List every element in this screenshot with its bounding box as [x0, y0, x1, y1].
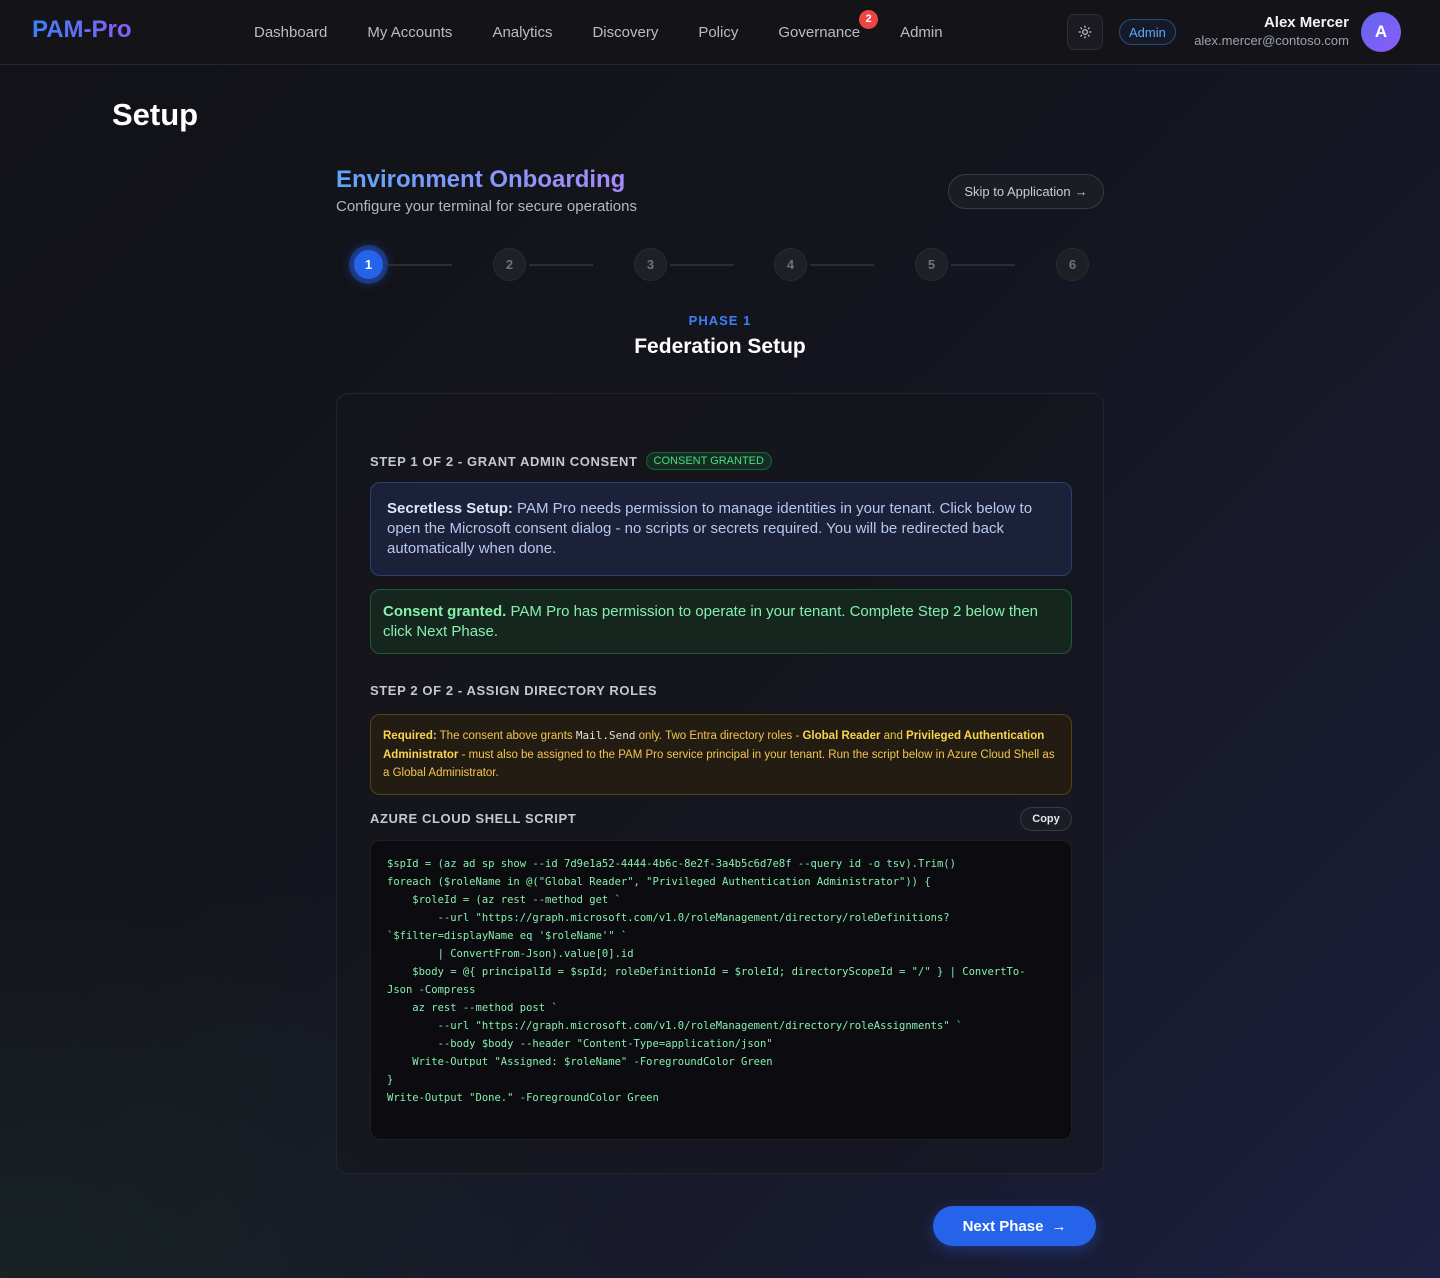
- step-5[interactable]: 5: [915, 248, 948, 281]
- step1-heading: STEP 1 OF 2 - GRANT ADMIN CONSENT CONSEN…: [370, 452, 772, 470]
- code-line: Json -Compress: [387, 984, 476, 996]
- permission-code: Mail.Send: [575, 729, 636, 742]
- step1-heading-text: STEP 1 OF 2 - GRANT ADMIN CONSENT: [370, 453, 638, 469]
- avatar[interactable]: A: [1361, 12, 1401, 52]
- code-line: }: [387, 1074, 394, 1086]
- warn-bold: Required:: [383, 730, 437, 742]
- code-line: Write-Output "Assigned: $roleName" -Fore…: [387, 1056, 773, 1068]
- code-line: Write-Output "Done." -ForegroundColor Gr…: [387, 1092, 659, 1104]
- ok-bold: Consent granted.: [383, 603, 507, 620]
- code-line: --url "https://graph.microsoft.com/v1.0/…: [387, 1020, 963, 1032]
- code-line: $spId = (az ad sp show --id 7d9e1a52-444…: [387, 858, 956, 870]
- phase-label: PHASE 1: [688, 313, 752, 328]
- onboarding-subtitle: Configure your terminal for secure opera…: [336, 198, 637, 215]
- nav-dashboard[interactable]: Dashboard: [234, 24, 347, 41]
- required-roles-warning: Required: The consent above grants Mail.…: [370, 714, 1072, 795]
- step-connector: [810, 264, 874, 266]
- next-phase-button[interactable]: Next Phase →: [933, 1206, 1096, 1246]
- code-line: $body = @{ principalId = $spId; roleDefi…: [387, 966, 1026, 978]
- nav-discovery[interactable]: Discovery: [572, 24, 678, 41]
- arrow-right-icon: →: [1074, 184, 1088, 199]
- step-6[interactable]: 6: [1056, 248, 1089, 281]
- skip-to-application-button[interactable]: Skip to Application →: [948, 174, 1104, 209]
- role-global-reader: Global Reader: [802, 730, 881, 742]
- step2-heading: STEP 2 OF 2 - ASSIGN DIRECTORY ROLES: [370, 683, 657, 698]
- step-1[interactable]: 1: [352, 248, 385, 281]
- copy-script-button[interactable]: Copy: [1020, 807, 1072, 831]
- nav-admin[interactable]: Admin: [880, 24, 963, 41]
- secretless-setup-info: Secretless Setup: PAM Pro needs permissi…: [370, 482, 1072, 576]
- arrow-right-icon: →: [1051, 1217, 1067, 1235]
- code-line: az rest --method post `: [387, 1002, 558, 1014]
- skip-label: Skip to Application: [964, 184, 1071, 199]
- sun-icon: [1078, 25, 1092, 39]
- phase-stepper: 1 2 3 4 5 6: [352, 248, 1089, 282]
- notification-badge: 2: [859, 9, 879, 29]
- top-nav: PAM-Pro Dashboard My Accounts Analytics …: [0, 0, 1440, 65]
- code-line: $roleId = (az rest --method get `: [387, 894, 621, 906]
- code-line: --url "https://graph.microsoft.com/v1.0/…: [387, 912, 950, 924]
- script-label: AZURE CLOUD SHELL SCRIPT: [370, 811, 577, 826]
- step2-heading-text: STEP 2 OF 2 - ASSIGN DIRECTORY ROLES: [370, 683, 658, 698]
- step-2[interactable]: 2: [493, 248, 526, 281]
- step-3[interactable]: 3: [634, 248, 667, 281]
- code-line: --body $body --header "Content-Type=appl…: [387, 1038, 773, 1050]
- step-connector: [388, 264, 452, 266]
- brand-logo[interactable]: PAM-Pro: [32, 16, 132, 44]
- user-email: alex.mercer@contoso.com: [1194, 33, 1349, 48]
- step-connector: [951, 264, 1015, 266]
- warn-text: - must also be assigned to the PAM Pro s…: [383, 748, 1055, 780]
- nav-policy[interactable]: Policy: [678, 24, 758, 41]
- step-connector: [670, 264, 734, 266]
- step-connector: [529, 264, 593, 266]
- onboarding-title: Environment Onboarding: [336, 166, 626, 193]
- nav-my-accounts[interactable]: My Accounts: [347, 24, 472, 41]
- code-line: | ConvertFrom-Json).value[0].id: [387, 948, 634, 960]
- warn-text: and: [880, 730, 907, 742]
- next-phase-label: Next Phase: [962, 1217, 1044, 1235]
- page-title: Setup: [112, 97, 199, 132]
- consent-status-badge: CONSENT GRANTED: [645, 452, 772, 470]
- theme-toggle-button[interactable]: [1067, 14, 1103, 50]
- info-bold: Secretless Setup:: [387, 500, 513, 517]
- nav-governance-label: Governance: [778, 23, 861, 41]
- nav-analytics[interactable]: Analytics: [472, 24, 572, 41]
- code-line: `$filter=displayName eq '$roleName'" `: [387, 930, 628, 942]
- consent-granted-alert: Consent granted. PAM Pro has permission …: [370, 589, 1072, 654]
- step-4[interactable]: 4: [774, 248, 807, 281]
- role-badge: Admin: [1119, 19, 1176, 45]
- warn-text: only. Two Entra directory roles -: [635, 730, 803, 742]
- nav-governance[interactable]: Governance 2: [758, 9, 880, 41]
- code-line: foreach ($roleName in @("Global Reader",…: [387, 876, 931, 888]
- main-nav: Dashboard My Accounts Analytics Discover…: [234, 0, 963, 64]
- phase-title: Federation Setup: [634, 335, 806, 358]
- federation-setup-card: STEP 1 OF 2 - GRANT ADMIN CONSENT CONSEN…: [336, 393, 1104, 1174]
- user-info: Alex Mercer alex.mercer@contoso.com: [1194, 14, 1349, 48]
- user-name: Alex Mercer: [1263, 14, 1349, 31]
- script-code-block[interactable]: $spId = (az ad sp show --id 7d9e1a52-444…: [370, 840, 1072, 1140]
- warn-text: The consent above grants: [436, 730, 576, 742]
